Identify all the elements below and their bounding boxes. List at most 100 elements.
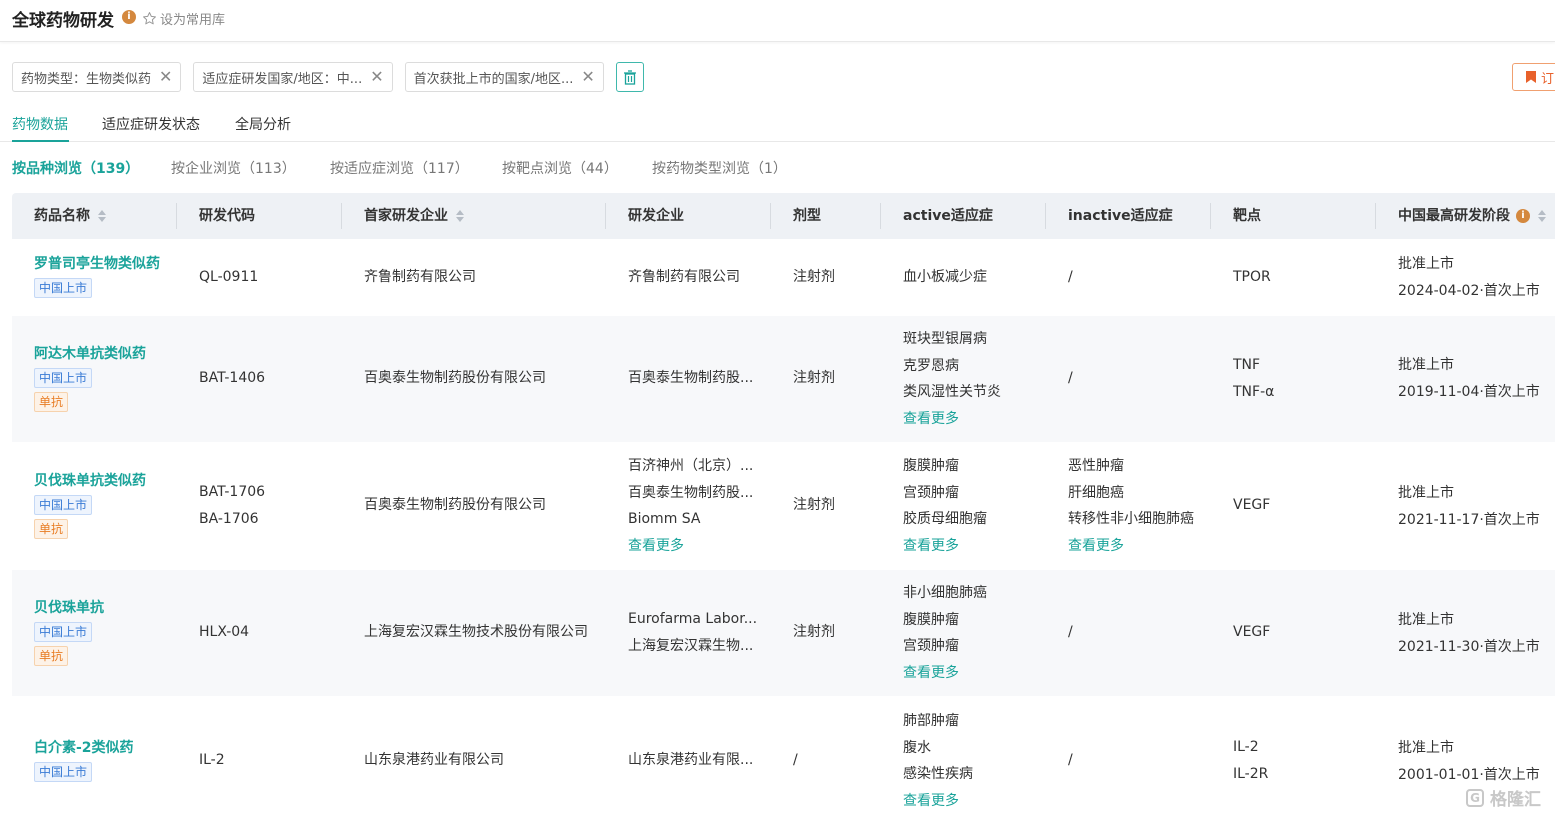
column-header-china-stage[interactable]: 中国最高研发阶段 i: [1398, 193, 1546, 239]
first-company-cell: 齐鲁制药有限公司: [364, 269, 476, 285]
active-indication-item: 宫颈肿瘤: [903, 638, 959, 654]
active-indication-cell: 血小板减少症: [903, 269, 987, 285]
subscribe-button[interactable]: 订: [1512, 63, 1555, 91]
dosage-cell: 注射剂: [793, 370, 835, 386]
view-more-link[interactable]: 查看更多: [903, 533, 987, 560]
company-item: 上海复宏汉霖生物...: [628, 637, 754, 654]
drug-name-link[interactable]: 白介素-2类似药: [34, 736, 134, 760]
inactive-indication-cell: /: [1068, 624, 1073, 640]
inactive-indication-cell: /: [1068, 269, 1073, 285]
favorite-label: 设为常用库: [160, 12, 226, 28]
set-favorite-button[interactable]: 设为常用库: [142, 9, 226, 28]
browse-by-drug-type[interactable]: 按药物类型浏览（1）: [652, 158, 787, 178]
company-item: Eurofarma Labor...: [628, 611, 758, 627]
sort-icon[interactable]: [98, 209, 106, 223]
company-item: 百济神州（北京）...: [628, 458, 754, 474]
column-header-first-company[interactable]: 首家研发企业: [364, 193, 464, 239]
filter-bar: 药物类型：生物类似药 ✕ 适应症研发国家/地区：中... ✕ 首次获批上市的国家…: [12, 62, 644, 92]
sort-icon[interactable]: [456, 209, 464, 223]
close-icon[interactable]: ✕: [581, 69, 594, 85]
tab-drug-data[interactable]: 药物数据: [12, 114, 68, 134]
inactive-indication-cell: /: [1068, 370, 1073, 386]
stage-date: 2024-04-02·首次上市: [1398, 282, 1540, 299]
close-icon[interactable]: ✕: [370, 69, 383, 85]
view-more-link[interactable]: 查看更多: [903, 406, 1001, 433]
code-item: BA-1706: [199, 510, 259, 527]
browse-by-indication[interactable]: 按适应症浏览（117）: [330, 158, 469, 178]
browse-by-company[interactable]: 按企业浏览（113）: [171, 158, 296, 178]
tab-global-analysis[interactable]: 全局分析: [235, 114, 291, 134]
stage-cell: 批准上市: [1398, 612, 1454, 628]
table-header: 药品名称 研发代码 首家研发企业 研发企业 剂型 active适应症 inact…: [12, 193, 1555, 239]
market-tag: 中国上市: [34, 368, 93, 388]
active-indication-item: 感染性疾病: [903, 766, 973, 782]
stage-date: 2019-11-04·首次上市: [1398, 383, 1540, 400]
info-icon[interactable]: i: [122, 10, 136, 24]
stage-cell: 批准上市: [1398, 740, 1454, 756]
stage-date: 2021-11-17·首次上市: [1398, 511, 1540, 528]
target-cell: VEGF: [1233, 497, 1271, 513]
star-icon: [143, 11, 156, 24]
sort-icon[interactable]: [1538, 209, 1546, 223]
watermark-text: 格隆汇: [1490, 790, 1541, 810]
active-indication-item: 腹膜肿瘤: [903, 611, 959, 628]
stage-date: 2021-11-30·首次上市: [1398, 638, 1540, 655]
view-more-link[interactable]: 查看更多: [1068, 533, 1194, 560]
filter-chip-indication-country[interactable]: 适应症研发国家/地区：中... ✕: [193, 62, 393, 92]
drug-name-link[interactable]: 阿达木单抗类似药: [34, 342, 146, 366]
stage-cell: 批准上市: [1398, 485, 1454, 501]
close-icon[interactable]: ✕: [159, 69, 172, 85]
active-indication-item: 类风湿性关节炎: [903, 384, 1001, 400]
first-company-cell: 山东泉港药业有限公司: [364, 752, 504, 768]
column-header-code: 研发代码: [199, 208, 255, 224]
bookmark-icon: [1526, 71, 1536, 83]
view-more-link[interactable]: 查看更多: [903, 660, 987, 687]
info-icon[interactable]: i: [1516, 209, 1530, 223]
watermark: G 格隆汇: [1466, 785, 1541, 810]
browse-by-target[interactable]: 按靶点浏览（44）: [502, 158, 618, 178]
first-company-cell: 百奥泰生物制药股份有限公司: [364, 370, 546, 386]
first-company-cell: 上海复宏汉霖生物技术股份有限公司: [364, 624, 588, 640]
company-cell: 齐鲁制药有限公司: [628, 269, 740, 285]
target-item: TNF: [1233, 357, 1261, 373]
trash-icon: [623, 69, 636, 85]
market-tag: 中国上市: [34, 495, 93, 515]
column-header-target: 靶点: [1233, 208, 1261, 224]
column-header-inactive-indication: inactive适应症: [1068, 208, 1173, 224]
inactive-indication-item: 肝细胞癌: [1068, 484, 1124, 501]
subscribe-label: 订: [1541, 71, 1555, 87]
type-tag: 单抗: [34, 392, 69, 412]
drug-name-link[interactable]: 贝伐珠单抗: [34, 596, 104, 620]
market-tag: 中国上市: [34, 762, 93, 782]
active-indication-item: 肺部肿瘤: [903, 713, 959, 729]
column-header-active-indication: active适应症: [903, 208, 993, 224]
browse-by-product[interactable]: 按品种浏览（139）: [12, 158, 139, 178]
tab-indication-status[interactable]: 适应症研发状态: [102, 114, 200, 134]
company-cell: 山东泉港药业有限...: [628, 752, 754, 768]
drug-name-link[interactable]: 贝伐珠单抗类似药: [34, 469, 146, 493]
stage-cell: 批准上市: [1398, 256, 1454, 272]
page-header: 全球药物研发 i 设为常用库: [0, 0, 1555, 42]
main-tabs: 药物数据 适应症研发状态 全局分析: [0, 108, 1555, 142]
inactive-indication-cell: /: [1068, 752, 1073, 768]
active-indication-item: 胶质母细胞瘤: [903, 511, 987, 527]
view-more-link[interactable]: 查看更多: [903, 788, 973, 815]
code-cell: HLX-04: [199, 624, 250, 640]
company-item: 百奥泰生物制药股...: [628, 484, 754, 501]
code-cell: QL-0911: [199, 269, 259, 285]
filter-chip-drug-type[interactable]: 药物类型：生物类似药 ✕: [12, 62, 182, 92]
column-header-companies: 研发企业: [628, 208, 684, 224]
dosage-cell: 注射剂: [793, 624, 835, 640]
active-indication-item: 宫颈肿瘤: [903, 484, 959, 501]
filter-chip-label: 药物类型：生物类似药: [21, 71, 152, 87]
dosage-cell: 注射剂: [793, 269, 835, 285]
filter-chip-first-approval-country[interactable]: 首次获批上市的国家/地区... ✕: [404, 62, 604, 92]
column-header-dosage: 剂型: [793, 208, 821, 224]
drug-name-link[interactable]: 罗普司亭生物类似药: [34, 252, 160, 276]
dosage-cell: 注射剂: [793, 497, 835, 513]
company-cell: 百奥泰生物制药股...: [628, 370, 754, 386]
view-more-link[interactable]: 查看更多: [628, 533, 753, 560]
column-header-drug-name[interactable]: 药品名称: [34, 193, 106, 239]
stage-cell: 批准上市: [1398, 357, 1454, 373]
clear-filters-button[interactable]: [615, 62, 644, 92]
